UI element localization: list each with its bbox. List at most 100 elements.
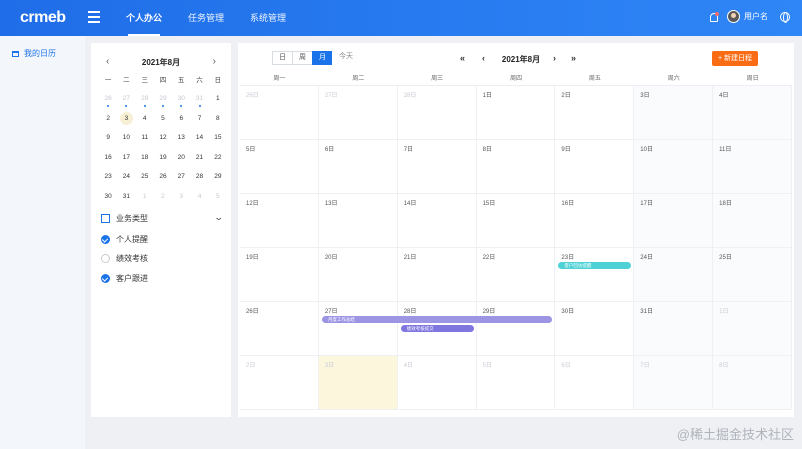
mini-day-cell[interactable]: 26	[154, 170, 172, 190]
mini-day-cell[interactable]: 8	[209, 112, 227, 132]
calendar-day-cell[interactable]: 4日	[397, 356, 477, 410]
prev-year-button[interactable]: «	[460, 53, 465, 63]
filter-personal-reminder[interactable]: 个人提醒	[101, 234, 223, 245]
calendar-day-cell[interactable]: 21日	[397, 248, 477, 302]
checkbox-checked-icon[interactable]	[101, 235, 110, 244]
mini-day-cell[interactable]: 2	[99, 112, 117, 132]
calendar-day-cell[interactable]: 20日	[318, 248, 398, 302]
mini-day-cell[interactable]: 4	[136, 112, 154, 132]
menu-toggle-icon[interactable]	[88, 11, 100, 23]
mini-day-cell[interactable]: 31	[190, 92, 208, 112]
calendar-day-cell[interactable]: 2日	[555, 86, 635, 140]
mini-day-cell[interactable]: 7	[190, 112, 208, 132]
calendar-day-cell[interactable]: 3日	[634, 86, 714, 140]
mini-day-cell[interactable]: 17	[117, 151, 135, 171]
mini-day-cell[interactable]: 26	[99, 92, 117, 112]
mini-day-cell[interactable]: 28	[136, 92, 154, 112]
mini-day-cell[interactable]: 2	[154, 190, 172, 210]
mini-day-cell[interactable]: 14	[190, 131, 208, 151]
mini-day-cell[interactable]: 31	[117, 190, 135, 210]
mini-day-cell[interactable]: 27	[117, 92, 135, 112]
calendar-day-cell[interactable]: 3日	[318, 356, 398, 410]
calendar-day-cell[interactable]: 8日	[476, 140, 556, 194]
mini-day-cell[interactable]: 3	[172, 190, 190, 210]
mini-day-cell[interactable]: 3	[117, 111, 135, 132]
calendar-day-cell[interactable]: 11日	[713, 140, 792, 194]
mini-day-cell[interactable]: 1	[136, 190, 154, 210]
calendar-day-cell[interactable]: 15日	[476, 194, 556, 248]
calendar-day-cell[interactable]: 7日	[634, 356, 714, 410]
mini-day-cell[interactable]: 13	[172, 131, 190, 151]
calendar-day-cell[interactable]: 12日	[240, 194, 319, 248]
filter-performance-review[interactable]: 绩效考核	[101, 253, 223, 264]
mini-day-cell[interactable]: 6	[172, 112, 190, 132]
filter-group-header[interactable]: 业务类型 ⌄	[101, 212, 225, 224]
calendar-day-cell[interactable]: 27日	[318, 86, 398, 140]
mini-day-cell[interactable]: 16	[99, 151, 117, 171]
calendar-day-cell[interactable]: 16日	[555, 194, 635, 248]
nav-item-personal-office[interactable]: 个人办公	[118, 0, 170, 36]
calendar-day-cell[interactable]: 27日	[318, 302, 398, 356]
language-globe-icon[interactable]	[780, 11, 790, 23]
calendar-day-cell[interactable]: 1日	[713, 302, 792, 356]
mini-day-cell[interactable]: 25	[136, 170, 154, 190]
mini-day-cell[interactable]: 15	[209, 131, 227, 151]
calendar-day-cell[interactable]: 1日	[476, 86, 556, 140]
sidebar-item-my-calendar[interactable]: 我的日历	[12, 48, 56, 59]
filter-customer-followup[interactable]: 客户跟进	[101, 273, 223, 284]
calendar-day-cell[interactable]: 25日	[713, 248, 792, 302]
calendar-event[interactable]: 绩效考核提交	[400, 325, 474, 332]
calendar-day-cell[interactable]: 17日	[634, 194, 714, 248]
mini-day-cell[interactable]: 30	[172, 92, 190, 112]
mini-day-cell[interactable]: 11	[136, 131, 154, 151]
calendar-day-cell[interactable]: 14日	[397, 194, 477, 248]
avatar[interactable]	[727, 10, 740, 23]
calendar-day-cell[interactable]: 13日	[318, 194, 398, 248]
checkbox-checked-icon[interactable]	[101, 274, 110, 283]
calendar-day-cell[interactable]: 6日	[555, 356, 635, 410]
calendar-day-cell[interactable]: 23日	[555, 248, 635, 302]
app-logo[interactable]: crmeb	[20, 9, 66, 27]
mini-day-cell[interactable]: 5	[209, 190, 227, 210]
calendar-day-cell[interactable]: 7日	[397, 140, 477, 194]
mini-day-cell[interactable]: 18	[136, 151, 154, 171]
calendar-day-cell[interactable]: 22日	[476, 248, 556, 302]
new-schedule-button[interactable]: + 新建日程	[711, 51, 758, 66]
mini-day-cell[interactable]: 23	[99, 170, 117, 190]
mini-day-cell[interactable]: 28	[190, 170, 208, 190]
calendar-day-cell[interactable]: 26日	[240, 302, 319, 356]
calendar-day-cell[interactable]: 30日	[555, 302, 635, 356]
mini-next-month-button[interactable]: ›	[213, 56, 216, 67]
mini-day-cell[interactable]: 5	[154, 112, 172, 132]
mini-day-cell[interactable]: 9	[99, 131, 117, 151]
calendar-day-cell[interactable]: 24日	[634, 248, 714, 302]
next-month-button[interactable]: ›	[553, 53, 556, 63]
calendar-day-cell[interactable]: 31日	[634, 302, 714, 356]
calendar-day-cell[interactable]: 29日	[476, 302, 556, 356]
calendar-day-cell[interactable]: 8日	[713, 356, 792, 410]
mini-day-cell[interactable]: 29	[154, 92, 172, 112]
nav-item-task-management[interactable]: 任务管理	[180, 0, 232, 36]
mini-day-cell[interactable]: 19	[154, 151, 172, 171]
username[interactable]: 用户名	[744, 11, 768, 22]
mini-day-cell[interactable]: 29	[209, 170, 227, 190]
mini-day-cell[interactable]: 30	[99, 190, 117, 210]
calendar-day-cell[interactable]: 2日	[240, 356, 319, 410]
calendar-event[interactable]: 月度工作总结	[321, 316, 553, 323]
mini-day-cell[interactable]: 21	[190, 151, 208, 171]
mini-day-cell[interactable]: 12	[154, 131, 172, 151]
calendar-day-cell[interactable]: 9日	[555, 140, 635, 194]
nav-item-system-management[interactable]: 系统管理	[242, 0, 294, 36]
mini-day-cell[interactable]: 10	[117, 131, 135, 151]
calendar-day-cell[interactable]: 28日	[397, 86, 477, 140]
chevron-down-icon[interactable]: ⌄	[214, 212, 225, 223]
notification-bell-icon[interactable]	[709, 11, 719, 22]
calendar-event[interactable]: 客户回访提醒	[558, 262, 632, 269]
calendar-day-cell[interactable]: 4日	[713, 86, 792, 140]
calendar-day-cell[interactable]: 19日	[240, 248, 319, 302]
mini-day-cell[interactable]: 20	[172, 151, 190, 171]
next-year-button[interactable]: »	[571, 53, 576, 63]
prev-month-button[interactable]: ‹	[482, 53, 485, 63]
mini-day-cell[interactable]: 22	[209, 151, 227, 171]
calendar-day-cell[interactable]: 18日	[713, 194, 792, 248]
